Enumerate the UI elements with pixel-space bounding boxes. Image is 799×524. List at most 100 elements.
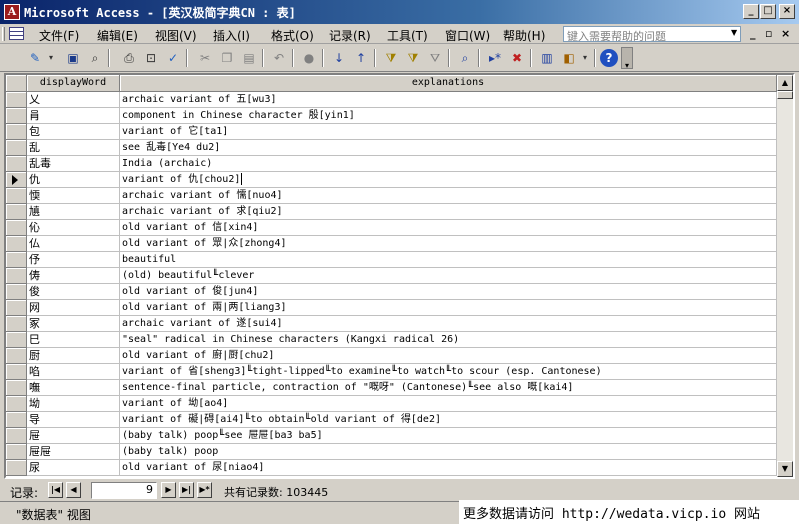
record-selector[interactable] bbox=[6, 108, 27, 124]
table-row[interactable]: 乱 see 乱毒[Ye4 du2] bbox=[6, 140, 777, 156]
menu-help[interactable]: 帮助(H) bbox=[503, 27, 545, 44]
cell-displayword[interactable]: 肙 bbox=[27, 108, 120, 124]
sort-descending-icon[interactable]: ↑ bbox=[352, 49, 370, 67]
cell-displayword[interactable]: 仇 bbox=[27, 172, 120, 188]
cell-displayword[interactable]: 屉屉 bbox=[27, 444, 120, 460]
doc-minimize-button[interactable]: _ bbox=[750, 27, 756, 40]
cell-explanations[interactable]: beautiful bbox=[120, 252, 777, 268]
cell-explanations[interactable]: variant of 它[ta1] bbox=[120, 124, 777, 140]
cell-explanations[interactable]: old variant of 眾|众[zhong4] bbox=[120, 236, 777, 252]
cell-displayword[interactable]: 乱毒 bbox=[27, 156, 120, 172]
help-dropdown-icon[interactable]: ▼ bbox=[731, 28, 737, 37]
menu-file[interactable]: 文件(F) bbox=[39, 27, 79, 44]
cell-explanations[interactable]: component in Chinese character 殷[yin1] bbox=[120, 108, 777, 124]
record-selector[interactable] bbox=[6, 300, 27, 316]
record-selector[interactable] bbox=[6, 348, 27, 364]
cell-displayword[interactable]: 坳 bbox=[27, 396, 120, 412]
record-selector[interactable] bbox=[6, 284, 27, 300]
cell-explanations[interactable]: old variant of 廚|厨[chu2] bbox=[120, 348, 777, 364]
table-row[interactable]: 嘸 sentence-final particle, contraction of… bbox=[6, 380, 777, 396]
last-record-button[interactable]: ▶| bbox=[179, 482, 194, 498]
cell-explanations[interactable]: variant of 省[sheng3]╙tight-lipped╙to exa… bbox=[120, 364, 777, 380]
cell-displayword[interactable]: 伈 bbox=[27, 220, 120, 236]
record-selector[interactable] bbox=[6, 380, 27, 396]
cell-displayword[interactable]: 俦 bbox=[27, 268, 120, 284]
cell-explanations[interactable]: archaic variant of 五[wu3] bbox=[120, 92, 777, 108]
apply-filter-icon[interactable]: ⛛ bbox=[426, 49, 444, 67]
cell-displayword[interactable]: 俊 bbox=[27, 284, 120, 300]
column-header-explanations[interactable]: explanations bbox=[120, 75, 777, 92]
cell-explanations[interactable]: old variant of 俊[jun4] bbox=[120, 284, 777, 300]
access-app-icon[interactable]: A bbox=[4, 4, 20, 20]
record-selector[interactable] bbox=[6, 412, 27, 428]
doc-close-button[interactable]: × bbox=[781, 27, 790, 40]
cell-explanations[interactable]: variant of 仇[chou2] bbox=[120, 172, 777, 188]
save-icon[interactable]: ▣ bbox=[64, 49, 82, 67]
maximize-button[interactable]: □ bbox=[760, 4, 776, 19]
table-row[interactable]: 尿 old variant of 尿[niao4] bbox=[6, 460, 777, 476]
cell-displayword[interactable]: 厨 bbox=[27, 348, 120, 364]
minimize-button[interactable]: _ bbox=[743, 4, 759, 19]
table-row[interactable]: 俊 old variant of 俊[jun4] bbox=[6, 284, 777, 300]
cell-explanations[interactable]: see 乱毒[Ye4 du2] bbox=[120, 140, 777, 156]
table-row[interactable]: 仏 old variant of 眾|众[zhong4] bbox=[6, 236, 777, 252]
menu-view[interactable]: 视图(V) bbox=[155, 27, 197, 44]
cell-explanations[interactable]: archaic variant of 遂[sui4] bbox=[120, 316, 777, 332]
cell-explanations[interactable]: old variant of 信[xin4] bbox=[120, 220, 777, 236]
vertical-scrollbar[interactable]: ▲ ▼ bbox=[777, 75, 793, 477]
select-all-corner[interactable] bbox=[6, 75, 27, 92]
help-search-input[interactable]: 键入需要帮助的问题 bbox=[563, 26, 741, 42]
undo-icon[interactable]: ↶ bbox=[270, 49, 288, 67]
cell-explanations[interactable]: (baby talk) poop bbox=[120, 444, 777, 460]
close-button[interactable]: × bbox=[779, 4, 795, 19]
filter-by-form-icon[interactable]: ⧩ bbox=[404, 49, 422, 67]
cell-explanations[interactable]: old variant of 兩|两[liang3] bbox=[120, 300, 777, 316]
search-file-icon[interactable]: ⌕ bbox=[86, 49, 104, 67]
scroll-up-button[interactable]: ▲ bbox=[777, 75, 793, 91]
cell-displayword[interactable]: 仏 bbox=[27, 236, 120, 252]
menu-window[interactable]: 窗口(W) bbox=[445, 27, 490, 44]
cell-displayword[interactable]: 包 bbox=[27, 124, 120, 140]
table-row[interactable]: 冢 archaic variant of 遂[sui4] bbox=[6, 316, 777, 332]
first-record-button[interactable]: |◀ bbox=[48, 482, 63, 498]
table-row[interactable]: 㐤 archaic variant of 求[qiu2] bbox=[6, 204, 777, 220]
record-selector[interactable] bbox=[6, 92, 27, 108]
table-row[interactable]: 啗 variant of 省[sheng3]╙tight-lipped╙to ex… bbox=[6, 364, 777, 380]
record-selector[interactable] bbox=[6, 364, 27, 380]
record-selector[interactable] bbox=[6, 188, 27, 204]
table-row[interactable]: 屉屉 (baby talk) poop bbox=[6, 444, 777, 460]
cell-displayword[interactable]: 网 bbox=[27, 300, 120, 316]
table-row[interactable]: 伈 old variant of 信[xin4] bbox=[6, 220, 777, 236]
cell-explanations[interactable]: India (archaic) bbox=[120, 156, 777, 172]
menu-insert[interactable]: 插入(I) bbox=[213, 27, 250, 44]
cell-displayword[interactable]: 啗 bbox=[27, 364, 120, 380]
record-selector[interactable] bbox=[6, 204, 27, 220]
record-selector[interactable] bbox=[6, 172, 27, 188]
record-selector[interactable] bbox=[6, 268, 27, 284]
cell-displayword[interactable]: 巳 bbox=[27, 332, 120, 348]
scroll-thumb[interactable] bbox=[777, 91, 793, 99]
record-selector[interactable] bbox=[6, 460, 27, 476]
cell-explanations[interactable]: archaic variant of 求[qiu2] bbox=[120, 204, 777, 220]
paste-icon[interactable]: ▤ bbox=[240, 49, 258, 67]
table-row[interactable]: 包 variant of 它[ta1] bbox=[6, 124, 777, 140]
record-selector[interactable] bbox=[6, 444, 27, 460]
table-row[interactable]: 巳 "seal" radical in Chinese characters (K… bbox=[6, 332, 777, 348]
table-row[interactable]: 伃 beautiful bbox=[6, 252, 777, 268]
record-selector[interactable] bbox=[6, 332, 27, 348]
cell-displayword[interactable]: 冢 bbox=[27, 316, 120, 332]
cell-displayword[interactable]: 㐤 bbox=[27, 204, 120, 220]
cell-explanations[interactable]: sentence-final particle, contraction of … bbox=[120, 380, 777, 396]
sort-ascending-icon[interactable]: ↓ bbox=[330, 49, 348, 67]
cut-icon[interactable]: ✂ bbox=[196, 49, 214, 67]
record-selector[interactable] bbox=[6, 220, 27, 236]
new-record-button[interactable]: ▶* bbox=[197, 482, 212, 498]
table-row[interactable]: 肙 component in Chinese character 殷[yin1] bbox=[6, 108, 777, 124]
cell-displayword[interactable]: 乂 bbox=[27, 92, 120, 108]
table-row[interactable]: 导 variant of 礙|碍[ai4]╙to obtain╙old varia… bbox=[6, 412, 777, 428]
cell-displayword[interactable]: 尿 bbox=[27, 460, 120, 476]
delete-record-icon[interactable]: ✖ bbox=[508, 49, 526, 67]
table-row[interactable]: 仇 variant of 仇[chou2] bbox=[6, 172, 777, 188]
cell-explanations[interactable]: "seal" radical in Chinese characters (Ka… bbox=[120, 332, 777, 348]
menu-tools[interactable]: 工具(T) bbox=[387, 27, 428, 44]
